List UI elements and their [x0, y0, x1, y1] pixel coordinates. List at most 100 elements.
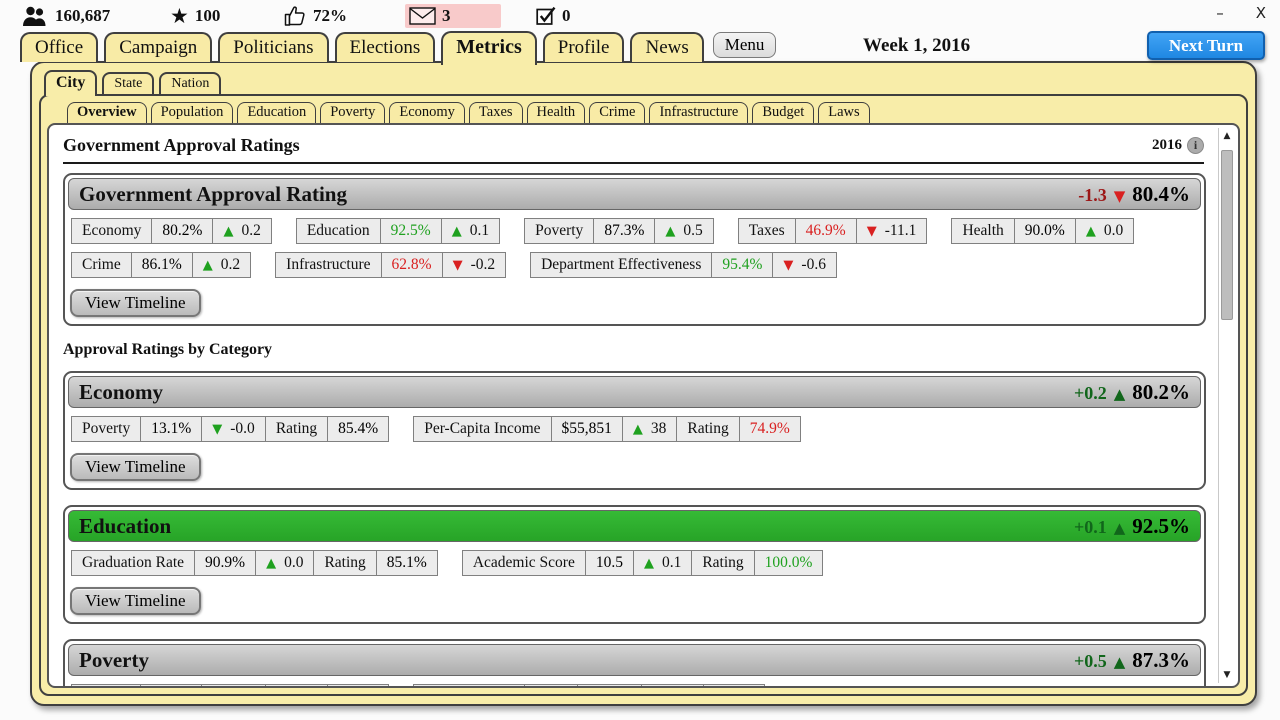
- section-value: 80.2%: [1132, 380, 1190, 405]
- stat-infrastructure: Infrastructure62.8%▼-0.2: [275, 252, 506, 278]
- stat-value: 90.0%: [1014, 219, 1075, 243]
- mail-stat[interactable]: 3: [405, 4, 501, 28]
- section-title: Economy: [79, 380, 163, 405]
- scroll-up-arrow[interactable]: ▲: [1219, 131, 1235, 141]
- trend-arrow-up: ▲: [665, 224, 675, 239]
- stat-poverty: Poverty13.1%▼-0.0Rating85.4%: [71, 684, 389, 686]
- metric-tab-bar: OverviewPopulationEducationPovertyEconom…: [41, 96, 1246, 123]
- change-value: 0.5: [683, 222, 702, 240]
- tab-budget[interactable]: Budget: [752, 102, 814, 123]
- content-area: Government Approval Ratings 2016 i Gover…: [47, 123, 1240, 688]
- change-value: 0.0: [1104, 222, 1123, 240]
- tab-state[interactable]: State: [102, 72, 154, 94]
- section-score: +0.2▲80.2%: [1074, 380, 1190, 405]
- rating-label: Rating: [676, 417, 738, 441]
- trend-arrow-down: ▼: [867, 224, 877, 239]
- stat-label: Poverty Effect: [414, 685, 524, 686]
- stat-value: 90.9%: [194, 551, 255, 575]
- tab-laws[interactable]: Laws: [818, 102, 869, 123]
- rating-value: 100.0%: [754, 551, 823, 575]
- rating-value: 89.2%: [703, 685, 764, 686]
- stat-label: Poverty: [72, 685, 140, 686]
- tab-health[interactable]: Health: [527, 102, 586, 123]
- view-timeline-button[interactable]: View Timeline: [70, 453, 201, 481]
- tab-metrics[interactable]: Metrics: [441, 31, 537, 65]
- section-header-poverty[interactable]: Poverty+0.5▲87.3%: [68, 644, 1201, 676]
- population-value: 160,687: [55, 6, 110, 26]
- political-capital-value: 100: [195, 6, 221, 26]
- tasks-count: 0: [562, 6, 571, 26]
- change-value: -0.0: [230, 420, 255, 438]
- menu-button[interactable]: Menu: [713, 32, 777, 58]
- trend-arrow-up: ▲: [644, 556, 654, 571]
- trend-arrow-down: ▼: [212, 422, 222, 437]
- stat-change: ▲0.0: [1075, 219, 1133, 243]
- tab-education[interactable]: Education: [237, 102, 316, 123]
- section-score: -1.3▼80.4%: [1078, 182, 1190, 207]
- date-display: Week 1, 2016: [863, 35, 970, 57]
- scrollbar[interactable]: ▲ ▼: [1218, 128, 1235, 683]
- rating-label: Rating: [691, 551, 753, 575]
- next-turn-button[interactable]: Next Turn: [1147, 31, 1265, 60]
- tab-city[interactable]: City: [44, 70, 97, 96]
- stat-poverty: Poverty87.3%▲0.5: [524, 218, 714, 244]
- tasks-stat: 0: [536, 4, 571, 28]
- view-timeline-button[interactable]: View Timeline: [70, 587, 201, 615]
- section-title: Poverty: [79, 648, 149, 673]
- stat-value: 80.2%: [151, 219, 212, 243]
- info-icon[interactable]: i: [1187, 137, 1204, 154]
- tab-elections[interactable]: Elections: [335, 32, 436, 62]
- stat-label: Poverty: [525, 219, 593, 243]
- section-header-education[interactable]: Education+0.1▲92.5%: [68, 510, 1201, 542]
- tab-infrastructure[interactable]: Infrastructure: [649, 102, 748, 123]
- star-icon: ★: [170, 5, 189, 27]
- tab-population[interactable]: Population: [151, 102, 234, 123]
- scroll-thumb[interactable]: [1221, 150, 1233, 320]
- tab-taxes[interactable]: Taxes: [469, 102, 523, 123]
- stat-change: ▼-0.6: [772, 253, 836, 277]
- tab-politicians[interactable]: Politicians: [218, 32, 328, 62]
- stat-value: 10.5: [585, 551, 633, 575]
- tab-economy[interactable]: Economy: [389, 102, 465, 123]
- section-value: 87.3%: [1132, 648, 1190, 673]
- stat-graduation-rate: Graduation Rate90.9%▲0.0Rating85.1%: [71, 550, 438, 576]
- change-value: 0.2: [221, 256, 240, 274]
- tab-news[interactable]: News: [630, 32, 703, 62]
- tab-profile[interactable]: Profile: [543, 32, 625, 62]
- trend-arrow-up: ▲: [452, 224, 462, 239]
- stat-change: ▲0.1: [633, 551, 691, 575]
- change-value: -11.1: [885, 222, 917, 240]
- tab-poverty[interactable]: Poverty: [320, 102, 385, 123]
- rating-value: 85.4%: [327, 685, 388, 686]
- section-header-government-approval-rating[interactable]: Government Approval Rating-1.3▼80.4%: [68, 178, 1201, 210]
- stat-value: 13.1%: [140, 417, 201, 441]
- view-timeline-button[interactable]: View Timeline: [70, 289, 201, 317]
- stat-value: 4.6%: [524, 685, 577, 686]
- stat-change: ▼-0.2: [442, 253, 506, 277]
- section-delta: +0.1: [1074, 517, 1107, 538]
- section-education: Education+0.1▲92.5% Graduation Rate90.9%▲…: [63, 505, 1206, 624]
- stat-poverty: Poverty13.1%▼-0.0Rating85.4%: [71, 416, 389, 442]
- mail-count: 3: [442, 6, 451, 26]
- year-wrap: 2016 i: [1152, 137, 1204, 154]
- stat-row: Poverty13.1%▼-0.0Rating85.4%Per-Capita I…: [71, 416, 1198, 442]
- tab-overview[interactable]: Overview: [67, 102, 147, 123]
- section-header-economy[interactable]: Economy +0.2▲80.2%: [68, 376, 1201, 408]
- stat-change: ▲ 0.5: [654, 219, 712, 243]
- change-value: 0.1: [470, 222, 489, 240]
- tab-crime[interactable]: Crime: [589, 102, 645, 123]
- stat-change: ▼-0.4: [577, 685, 641, 686]
- approval-value: 72%: [313, 6, 347, 26]
- tab-campaign[interactable]: Campaign: [104, 32, 212, 62]
- stat-label: Economy: [72, 219, 151, 243]
- city-metrics-container: OverviewPopulationEducationPovertyEconom…: [39, 94, 1248, 696]
- tab-nation[interactable]: Nation: [159, 72, 221, 94]
- stat-health: Health90.0%▲0.0: [951, 218, 1134, 244]
- scroll-down-arrow[interactable]: ▼: [1219, 670, 1235, 680]
- scroll-content: Government Approval Ratings 2016 i Gover…: [49, 125, 1216, 686]
- tab-office[interactable]: Office: [20, 32, 98, 62]
- main-tab-bar: OfficeCampaignPoliticiansElectionsMetric…: [20, 31, 704, 62]
- stat-economy: Economy80.2%▲0.2: [71, 218, 272, 244]
- section-delta: +0.5: [1074, 651, 1107, 672]
- section-delta: +0.2: [1074, 383, 1107, 404]
